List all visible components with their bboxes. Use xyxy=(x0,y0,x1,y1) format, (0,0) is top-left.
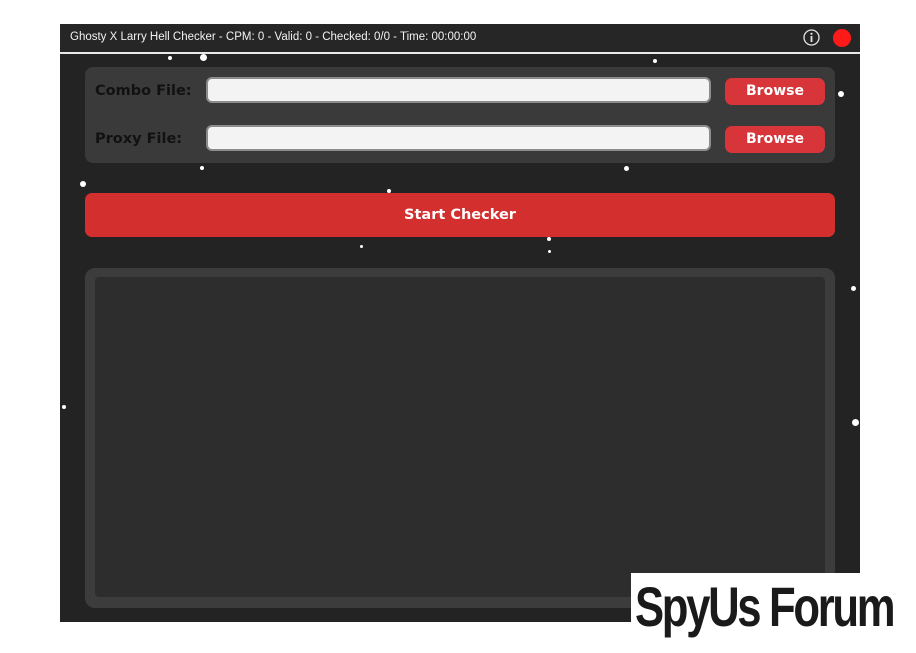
snow-particle xyxy=(624,166,629,171)
snow-particle xyxy=(387,189,391,193)
snow-particle xyxy=(838,91,844,97)
combo-file-input[interactable] xyxy=(206,77,711,103)
snow-particle xyxy=(547,237,551,241)
snow-particle xyxy=(852,419,859,426)
log-panel xyxy=(85,268,835,608)
proxy-browse-button[interactable]: Browse xyxy=(725,126,825,153)
combo-browse-button[interactable]: Browse xyxy=(725,78,825,105)
snow-particle xyxy=(200,166,204,170)
info-icon[interactable] xyxy=(803,29,820,46)
snow-particle xyxy=(200,54,207,61)
snow-particle xyxy=(80,181,86,187)
app-window: Ghosty X Larry Hell Checker - CPM: 0 - V… xyxy=(60,24,860,622)
snow-particle xyxy=(851,286,856,291)
snow-particle xyxy=(168,56,172,60)
proxy-file-input[interactable] xyxy=(206,125,711,151)
combo-file-label: Combo File: xyxy=(95,83,192,99)
snow-particle xyxy=(360,245,363,248)
proxy-file-label: Proxy File: xyxy=(95,131,183,147)
screenshot-stage: Ghosty X Larry Hell Checker - CPM: 0 - V… xyxy=(0,0,916,653)
watermark-logo: SpyUs Forum xyxy=(631,573,903,641)
watermark-text: SpyUs Forum xyxy=(635,575,896,638)
file-input-panel: Combo File: Browse Proxy File: Browse xyxy=(85,67,835,163)
snow-particle xyxy=(62,405,66,409)
snow-particle xyxy=(653,59,657,63)
title-bar: Ghosty X Larry Hell Checker - CPM: 0 - V… xyxy=(60,24,860,54)
log-output[interactable] xyxy=(95,277,825,597)
close-icon[interactable] xyxy=(833,29,851,47)
start-checker-button[interactable]: Start Checker xyxy=(85,193,835,237)
window-title: Ghosty X Larry Hell Checker - CPM: 0 - V… xyxy=(70,31,477,43)
snow-particle xyxy=(548,250,551,253)
